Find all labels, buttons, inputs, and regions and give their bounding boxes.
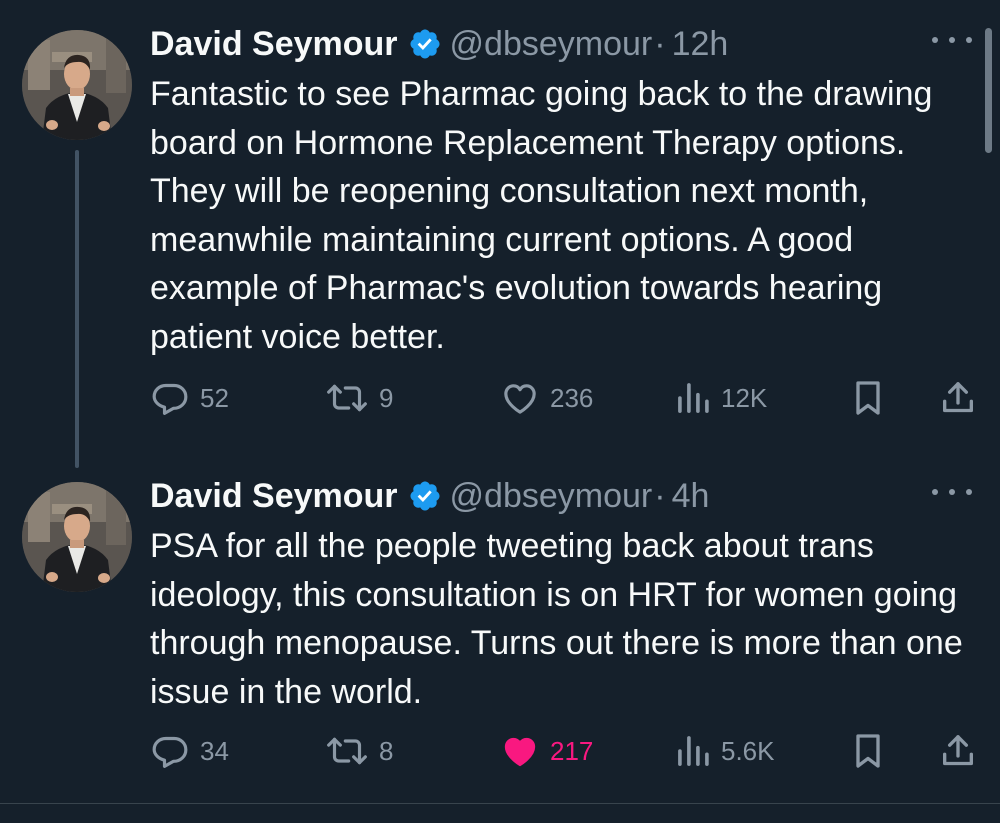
retweet-icon bbox=[325, 378, 369, 418]
views-count: 12K bbox=[721, 382, 768, 413]
bookmark-icon bbox=[850, 731, 886, 771]
reply-icon bbox=[150, 378, 190, 418]
like-button[interactable]: 217 bbox=[500, 726, 593, 776]
verified-badge-icon bbox=[408, 27, 442, 61]
like-button[interactable]: 236 bbox=[500, 373, 593, 423]
more-options-icon[interactable] bbox=[932, 30, 972, 50]
retweet-count: 8 bbox=[379, 735, 394, 766]
divider bbox=[0, 803, 1000, 804]
separator: · bbox=[654, 476, 666, 515]
reply-icon bbox=[150, 731, 190, 771]
retweet-button[interactable]: 8 bbox=[325, 726, 393, 776]
tweet-header: David Seymour @dbseymour · 4h bbox=[150, 474, 709, 518]
share-icon bbox=[938, 378, 978, 418]
like-count: 217 bbox=[550, 735, 594, 766]
reply-button[interactable]: 52 bbox=[150, 373, 229, 423]
like-count: 236 bbox=[550, 382, 594, 413]
avatar[interactable] bbox=[22, 30, 132, 140]
author-handle[interactable]: @dbseymour bbox=[450, 25, 653, 64]
tweet-text: PSA for all the people tweeting back abo… bbox=[150, 527, 963, 711]
views-button[interactable]: 12K bbox=[675, 373, 767, 423]
views-icon bbox=[675, 731, 711, 771]
heart-icon bbox=[500, 378, 540, 418]
share-icon bbox=[938, 731, 978, 771]
bookmark-button[interactable] bbox=[850, 373, 886, 423]
tweet[interactable]: David Seymour @dbseymour · 12h Fantastic… bbox=[0, 0, 1000, 468]
share-button[interactable] bbox=[938, 373, 978, 423]
more-options-icon[interactable] bbox=[932, 482, 972, 502]
retweet-count: 9 bbox=[379, 382, 394, 413]
bookmark-button[interactable] bbox=[850, 726, 886, 776]
reply-count: 52 bbox=[200, 382, 229, 413]
tweet-actions: 52 9 236 12K bbox=[150, 373, 980, 423]
reply-button[interactable]: 34 bbox=[150, 726, 229, 776]
views-count: 5.6K bbox=[721, 735, 775, 766]
thread-connector-line bbox=[75, 150, 79, 468]
timestamp[interactable]: 4h bbox=[672, 477, 710, 516]
verified-badge-icon bbox=[408, 479, 442, 513]
retweet-button[interactable]: 9 bbox=[325, 373, 393, 423]
separator: · bbox=[654, 24, 666, 63]
author-name[interactable]: David Seymour bbox=[150, 25, 398, 64]
tweet-thread: David Seymour @dbseymour · 12h Fantastic… bbox=[0, 0, 1000, 823]
avatar[interactable] bbox=[22, 482, 132, 592]
author-handle[interactable]: @dbseymour bbox=[450, 477, 653, 516]
tweet-actions: 34 8 217 5.6K bbox=[150, 726, 980, 776]
bookmark-icon bbox=[850, 378, 886, 418]
timestamp[interactable]: 12h bbox=[672, 25, 729, 64]
retweet-icon bbox=[325, 731, 369, 771]
tweet[interactable]: David Seymour @dbseymour · 4h PSA for al… bbox=[0, 452, 1000, 802]
views-icon bbox=[675, 378, 711, 418]
views-button[interactable]: 5.6K bbox=[675, 726, 775, 776]
reply-count: 34 bbox=[200, 735, 229, 766]
heart-icon bbox=[500, 731, 540, 771]
share-button[interactable] bbox=[938, 726, 978, 776]
author-name[interactable]: David Seymour bbox=[150, 477, 398, 516]
tweet-header: David Seymour @dbseymour · 12h bbox=[150, 22, 728, 66]
tweet-text: Fantastic to see Pharmac going back to t… bbox=[150, 75, 933, 356]
